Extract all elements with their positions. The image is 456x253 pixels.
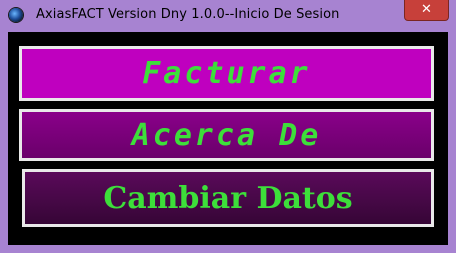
acerca-de-button[interactable]: Acerca De bbox=[19, 109, 434, 161]
app-window: AxiasFACT Version Dny 1.0.0--Inicio De S… bbox=[0, 0, 456, 253]
window-title: AxiasFACT Version Dny 1.0.0--Inicio De S… bbox=[36, 7, 340, 22]
cambiar-datos-button[interactable]: Cambiar Datos bbox=[22, 169, 434, 227]
app-globe-icon[interactable] bbox=[9, 8, 23, 22]
facturar-button[interactable]: Facturar bbox=[19, 46, 434, 101]
close-button[interactable]: ✕ bbox=[404, 0, 449, 21]
title-bar[interactable]: AxiasFACT Version Dny 1.0.0--Inicio De S… bbox=[0, 0, 456, 32]
main-menu-panel: Facturar Acerca De Cambiar Datos bbox=[8, 32, 448, 245]
